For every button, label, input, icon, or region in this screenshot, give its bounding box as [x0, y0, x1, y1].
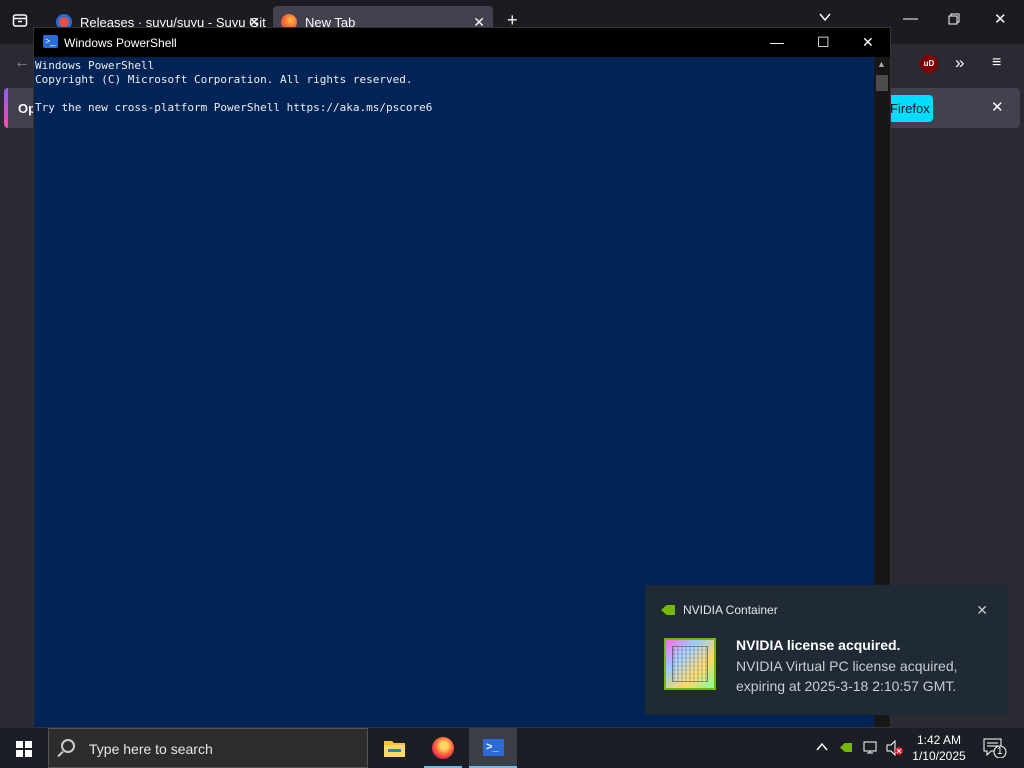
scroll-thumb[interactable] [876, 75, 888, 91]
search-icon [61, 739, 75, 753]
minimize-button[interactable]: — [770, 34, 784, 50]
more-tools-icon[interactable]: » [955, 53, 964, 73]
notice-close-icon[interactable]: ✕ [991, 98, 1004, 116]
clock-time: 1:42 AM [916, 733, 962, 747]
network-icon[interactable] [863, 740, 879, 768]
firefox-icon [432, 737, 454, 759]
taskbar-firefox[interactable] [419, 728, 467, 768]
notice-stripe [4, 88, 8, 128]
restore-icon[interactable] [948, 12, 960, 29]
minimize-icon[interactable]: — [903, 10, 918, 27]
taskbar-powershell[interactable]: >_ [469, 728, 517, 768]
volume-muted-icon[interactable] [886, 739, 904, 768]
nvidia-logo-icon [661, 605, 675, 615]
taskbar-file-explorer[interactable] [370, 728, 418, 768]
ublock-icon[interactable]: uD [920, 55, 938, 73]
maximize-button[interactable]: ☐ [817, 34, 830, 51]
toast-close-icon[interactable]: ✕ [976, 602, 988, 619]
toast-app-name: NVIDIA Container [683, 603, 778, 617]
toast-headline: NVIDIA license acquired. [736, 637, 901, 653]
nvidia-tray-icon[interactable] [840, 743, 852, 752]
gpu-chip-icon [664, 638, 716, 690]
close-button[interactable]: ✕ [862, 34, 874, 51]
windows-logo-icon [16, 741, 32, 757]
desktop: Releases · suyu/suyu - Suyu Git ✕ New Ta… [0, 0, 1024, 768]
chevron-up-icon[interactable] [816, 741, 828, 768]
powershell-icon: >_ [43, 35, 58, 48]
search-box[interactable]: Type here to search [48, 728, 368, 768]
powershell-titlebar[interactable]: >_ Windows PowerShell — ☐ ✕ [34, 28, 890, 57]
start-button[interactable] [0, 728, 48, 768]
folder-icon [384, 741, 405, 757]
window-title: Windows PowerShell [64, 36, 177, 50]
console-line: Copyright (C) Microsoft Corporation. All… [35, 73, 413, 86]
close-icon[interactable]: ✕ [994, 10, 1007, 28]
back-icon[interactable]: ← [14, 54, 30, 72]
system-clock[interactable]: 1:42 AM 1/10/2025 [905, 732, 973, 764]
console-line: Try the new cross-platform PowerShell ht… [35, 101, 433, 114]
console-line: Windows PowerShell [35, 59, 155, 72]
notification-count: 1 [997, 746, 1003, 757]
taskbar: Type here to search >_ 1:42 AM 1/10/2025 [0, 728, 1024, 768]
menu-icon[interactable]: ≡ [992, 54, 1001, 72]
notification-toast[interactable]: NVIDIA Container ✕ NVIDIA license acquir… [645, 585, 1008, 715]
search-placeholder: Type here to search [89, 741, 213, 757]
powershell-icon: >_ [483, 739, 504, 756]
toast-body: NVIDIA Virtual PC license acquired, expi… [736, 658, 958, 694]
scroll-up-icon[interactable]: ▲ [877, 59, 886, 69]
clock-date: 1/10/2025 [912, 749, 966, 763]
tab-list-icon[interactable] [12, 12, 28, 32]
chevron-down-icon[interactable] [818, 10, 832, 28]
notification-center-icon[interactable]: 1 [983, 738, 1007, 768]
